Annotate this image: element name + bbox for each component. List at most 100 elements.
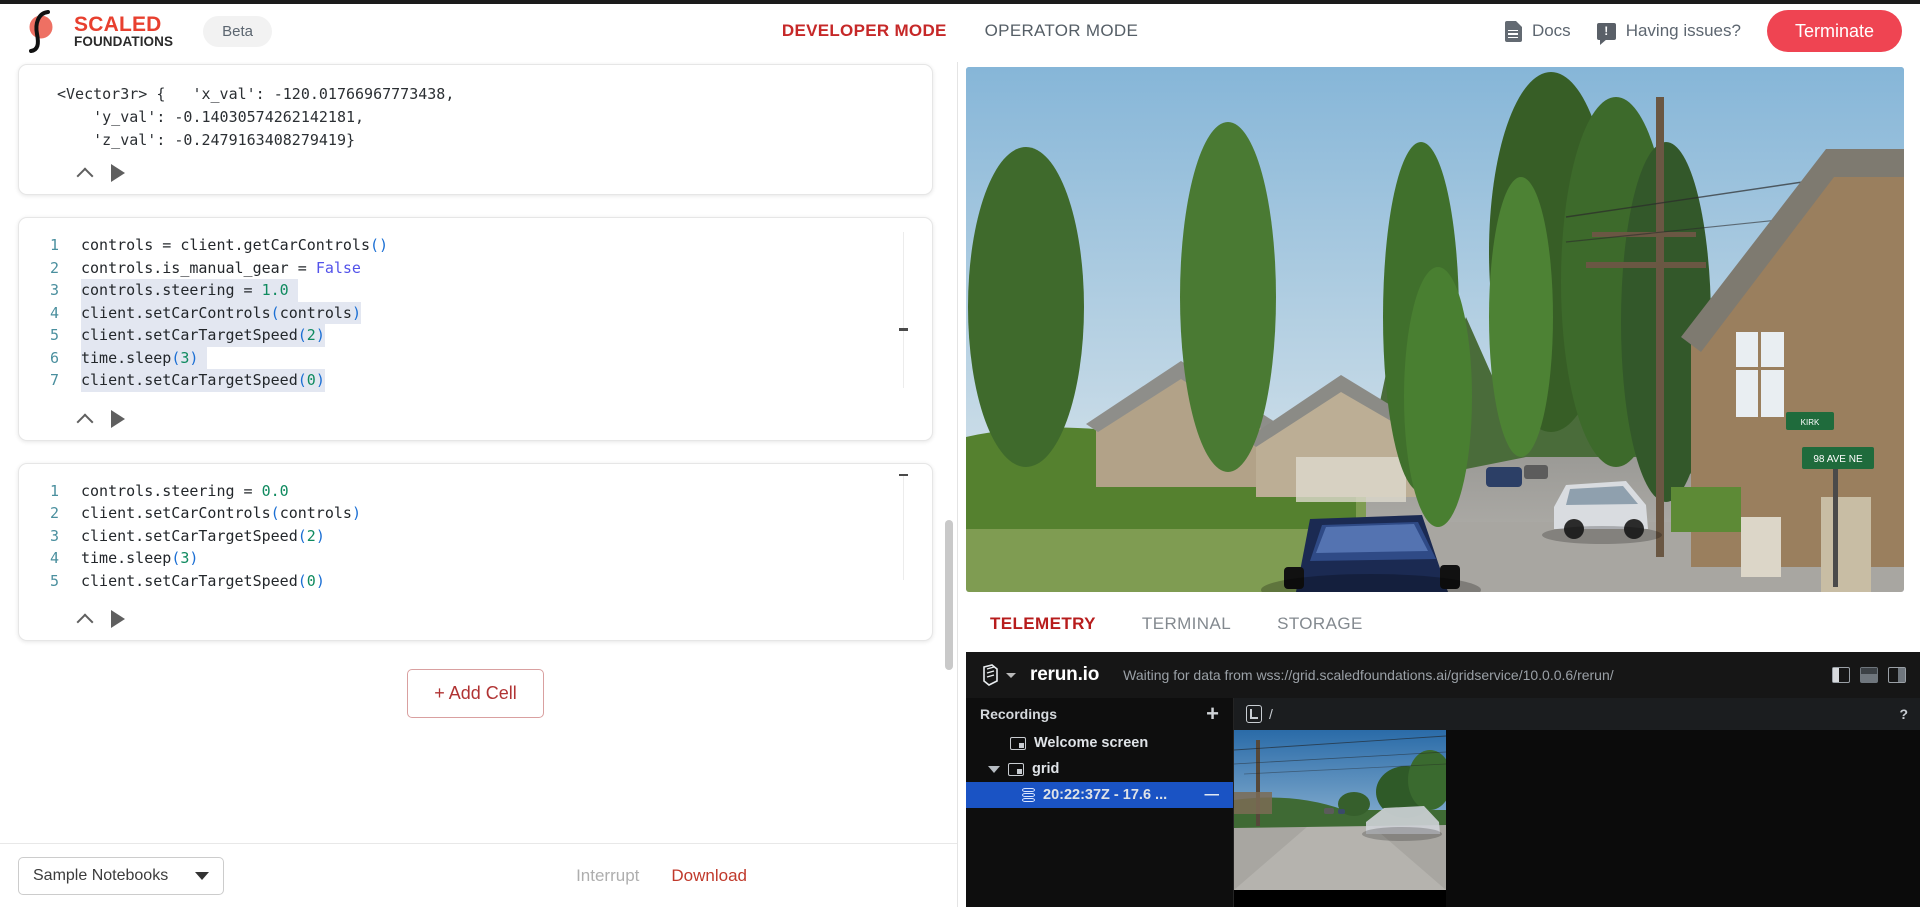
notebook-cell-code[interactable]: 1 controls.steering = 0.0 2 client.setCarC…: [18, 462, 933, 641]
chevron-down-icon[interactable]: [988, 765, 1000, 773]
line-number: 3: [49, 526, 59, 545]
sample-notebooks-label: Sample Notebooks: [33, 866, 169, 884]
window-titlebar-strip: [0, 0, 1920, 4]
line-number: 5: [49, 326, 59, 344]
logo-text-primary: SCALED: [74, 12, 162, 36]
cell-toolbar: [19, 598, 932, 640]
brand-logo[interactable]: SCALED FOUNDATIONS: [22, 8, 173, 54]
simulation-viewport[interactable]: 98 AVE NE KIRK: [966, 67, 1904, 592]
recordings-panel: Recordings + Welcome screen grid 20:22:3…: [966, 698, 1234, 907]
code-text: client.setCarTargetSpeed(0): [81, 369, 325, 392]
rerun-views: [1234, 730, 1920, 907]
recordings-header: Recordings +: [966, 698, 1233, 730]
code-text: client.setCarTargetSpeed(0): [81, 571, 325, 590]
logo-text-secondary: FOUNDATIONS: [74, 33, 174, 49]
code-editor[interactable]: 1 controls.steering = 0.0 2 client.setCarC…: [19, 464, 932, 599]
notebook-cell-code[interactable]: 1 controls = client.getCarControls() 2 con…: [18, 217, 933, 441]
help-icon[interactable]: ?: [1899, 706, 1908, 722]
notebook-scroll-area[interactable]: <Vector3r> { 'x_val': -120.0176696777343…: [0, 62, 957, 843]
code-line: 3 client.setCarTargetSpeed(2): [19, 525, 932, 548]
chevron-up-icon[interactable]: [77, 611, 93, 627]
breadcrumb-path: /: [1269, 706, 1273, 722]
notebook-bottom-bar: Sample Notebooks Interrupt Download: [0, 843, 957, 907]
tab-terminal[interactable]: TERMINAL: [1142, 614, 1231, 634]
breadcrumb: / ?: [1234, 698, 1920, 730]
beta-badge: Beta: [203, 15, 272, 47]
code-line: 2 client.setCarControls(controls): [19, 502, 932, 525]
toggle-left-panel-icon[interactable]: [1832, 667, 1850, 683]
scaled-foundations-logo-icon: [22, 8, 70, 54]
recording-item-selected[interactable]: 20:22:37Z - 17.6 ... —: [966, 782, 1233, 808]
interrupt-button[interactable]: Interrupt: [576, 866, 639, 886]
recording-label: Welcome screen: [1034, 735, 1149, 751]
notebook-cell-output[interactable]: <Vector3r> { 'x_val': -120.0176696777343…: [18, 64, 933, 195]
cell-scroll-track[interactable]: [903, 475, 904, 580]
alert-bubble-icon: [1596, 22, 1616, 45]
code-text: client.setCarTargetSpeed(2): [81, 526, 325, 545]
having-issues-label: Having issues?: [1625, 21, 1741, 40]
chevron-up-icon[interactable]: [77, 411, 93, 427]
download-button[interactable]: Download: [671, 866, 747, 886]
line-number: 3: [49, 281, 59, 299]
tab-operator-mode[interactable]: OPERATOR MODE: [985, 21, 1138, 41]
run-cell-icon[interactable]: [111, 409, 125, 428]
simulation-scene: 98 AVE NE KIRK: [966, 67, 1904, 592]
code-editor[interactable]: 1 controls = client.getCarControls() 2 con…: [19, 218, 932, 398]
chevron-down-icon: [195, 871, 209, 880]
code-line: 1 controls.steering = 0.0: [19, 480, 932, 503]
docs-link[interactable]: Docs: [1504, 20, 1571, 42]
code-line: 3 controls.steering = 1.0: [19, 279, 932, 302]
code-line: 5 client.setCarTargetSpeed(0): [19, 570, 932, 593]
rerun-logo-icon: [980, 664, 1001, 686]
camera-view-panel[interactable]: [1234, 730, 1446, 907]
notebook-pane: <Vector3r> { 'x_val': -120.0176696777343…: [0, 62, 958, 907]
line-number: 4: [49, 549, 59, 567]
cell-scroll-thumb[interactable]: [899, 473, 908, 476]
telemetry-tabs: TELEMETRY TERMINAL STORAGE: [958, 592, 1920, 652]
toggle-right-panel-icon[interactable]: [1888, 667, 1906, 683]
recordings-title: Recordings: [980, 706, 1058, 722]
notebook-scrollbar-thumb[interactable]: [945, 519, 953, 670]
simulation-pane: 98 AVE NE KIRK TELEMETRY TERMINAL STORAG…: [958, 62, 1920, 907]
code-text: time.sleep(3): [81, 346, 208, 369]
run-cell-icon[interactable]: [111, 164, 125, 182]
main-content: <Vector3r> { 'x_val': -120.0176696777343…: [0, 62, 1920, 907]
line-number: 2: [49, 258, 59, 277]
origin-axes-icon[interactable]: [1246, 705, 1262, 723]
rerun-menu-button[interactable]: [980, 664, 1016, 686]
add-recording-icon[interactable]: +: [1206, 703, 1219, 725]
line-number: 2: [49, 504, 59, 522]
blueprint-icon: [1008, 762, 1024, 776]
tab-telemetry[interactable]: TELEMETRY: [990, 614, 1096, 634]
terminate-button[interactable]: Terminate: [1766, 10, 1902, 52]
code-line: 6 time.sleep(3): [19, 346, 932, 369]
recording-group-grid[interactable]: grid: [966, 756, 1233, 782]
having-issues-link[interactable]: Having issues?: [1596, 21, 1741, 45]
notebook-actions: Interrupt Download: [576, 866, 747, 886]
sample-notebooks-dropdown[interactable]: Sample Notebooks: [18, 856, 224, 895]
chevron-up-icon[interactable]: [77, 165, 93, 181]
code-text: controls.is_manual_gear = False: [81, 258, 361, 277]
cell-scroll-track[interactable]: [903, 232, 904, 388]
document-icon: [1504, 20, 1522, 42]
tab-developer-mode[interactable]: DEVELOPER MODE: [782, 21, 947, 41]
street-sign-text: 98 AVE NE: [1813, 454, 1863, 465]
code-text: client.setCarControls(controls): [81, 301, 361, 324]
code-text: controls.steering = 1.0: [81, 279, 298, 302]
notebook-scrollbar[interactable]: [945, 68, 953, 847]
run-cell-icon[interactable]: [111, 610, 125, 628]
empty-view-area[interactable]: [1446, 730, 1920, 907]
add-cell-button[interactable]: + Add Cell: [407, 669, 544, 718]
code-line: 5 client.setCarTargetSpeed(2): [19, 324, 932, 347]
street-sign-text: KIRK: [1801, 418, 1820, 427]
recording-item-welcome-screen[interactable]: Welcome screen: [966, 730, 1233, 756]
camera-feed-image: [1234, 730, 1446, 890]
code-text: controls = client.getCarControls(): [81, 236, 389, 254]
recording-trailing-dash: —: [1204, 787, 1220, 803]
toggle-bottom-panel-icon[interactable]: [1860, 667, 1878, 683]
docs-label: Docs: [1531, 21, 1571, 40]
cell-scroll-thumb[interactable]: [899, 328, 908, 331]
tab-storage[interactable]: STORAGE: [1277, 614, 1363, 634]
rerun-viewer: rerun.io Waiting for data from wss://gri…: [966, 652, 1920, 907]
mode-tabs: DEVELOPER MODE OPERATOR MODE: [782, 21, 1138, 41]
